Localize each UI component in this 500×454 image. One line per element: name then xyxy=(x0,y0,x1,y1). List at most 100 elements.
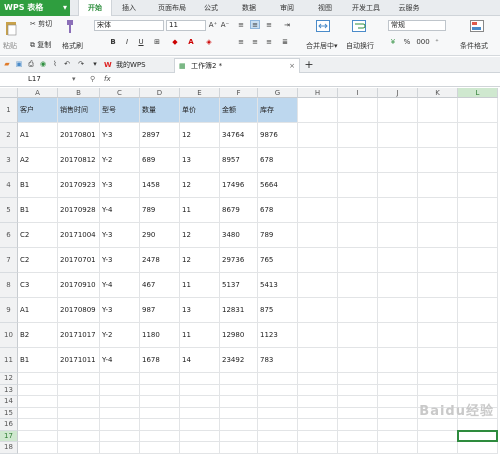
table-cell[interactable] xyxy=(418,223,458,248)
table-cell[interactable] xyxy=(338,148,378,173)
percent-button[interactable]: % xyxy=(402,38,412,47)
fill-color-icon[interactable]: ◆ xyxy=(170,38,180,47)
table-cell[interactable] xyxy=(180,407,220,419)
table-cell[interactable]: 17496 xyxy=(220,173,258,198)
table-cell[interactable] xyxy=(338,198,378,223)
table-cell[interactable]: 20171004 xyxy=(58,223,100,248)
table-cell[interactable]: C2 xyxy=(18,223,58,248)
table-header-cell[interactable]: 客户 xyxy=(18,98,58,123)
chevron-down-icon[interactable]: ▾ xyxy=(72,75,76,83)
wrap-text-button[interactable] xyxy=(352,20,366,32)
table-cell[interactable] xyxy=(18,373,58,385)
table-cell[interactable]: Y-3 xyxy=(100,248,140,273)
table-cell[interactable] xyxy=(378,348,418,373)
table-cell[interactable] xyxy=(298,384,338,396)
table-cell[interactable]: 34764 xyxy=(220,123,258,148)
table-cell[interactable]: B1 xyxy=(18,348,58,373)
table-cell[interactable] xyxy=(258,430,298,442)
table-cell[interactable] xyxy=(180,373,220,385)
table-cell[interactable] xyxy=(338,173,378,198)
column-header[interactable]: K xyxy=(418,88,458,98)
table-cell[interactable] xyxy=(100,419,140,431)
table-cell[interactable]: B1 xyxy=(18,173,58,198)
table-cell[interactable] xyxy=(18,384,58,396)
table-cell[interactable] xyxy=(378,407,418,419)
table-cell[interactable] xyxy=(298,430,338,442)
table-cell[interactable] xyxy=(378,98,418,123)
table-cell[interactable]: 1123 xyxy=(258,323,298,348)
underline-button[interactable]: U xyxy=(136,38,146,47)
table-cell[interactable] xyxy=(298,348,338,373)
table-cell[interactable] xyxy=(458,123,498,148)
table-cell[interactable]: 23492 xyxy=(220,348,258,373)
table-cell[interactable] xyxy=(338,248,378,273)
column-header[interactable]: D xyxy=(140,88,180,98)
row-header[interactable]: 6 xyxy=(0,223,18,248)
row-header[interactable]: 15 xyxy=(0,407,18,419)
column-header[interactable]: A xyxy=(18,88,58,98)
table-cell[interactable]: 3480 xyxy=(220,223,258,248)
increase-decimal-icon[interactable]: ⁺ xyxy=(432,38,442,47)
table-cell[interactable] xyxy=(458,373,498,385)
table-cell[interactable] xyxy=(418,442,458,454)
table-cell[interactable]: B2 xyxy=(18,323,58,348)
table-cell[interactable] xyxy=(140,419,180,431)
new-tab-icon[interactable]: + xyxy=(304,59,314,70)
table-cell[interactable] xyxy=(378,248,418,273)
table-cell[interactable] xyxy=(458,98,498,123)
table-cell[interactable] xyxy=(298,407,338,419)
table-cell[interactable]: A1 xyxy=(18,123,58,148)
table-cell[interactable]: B1 xyxy=(18,198,58,223)
table-cell[interactable] xyxy=(378,298,418,323)
table-cell[interactable]: 12 xyxy=(180,223,220,248)
table-cell[interactable] xyxy=(140,373,180,385)
row-header[interactable]: 11 xyxy=(0,348,18,373)
tab-formula[interactable]: 公式 xyxy=(198,0,224,16)
justify-icon[interactable]: ≣ xyxy=(280,38,290,47)
indent-icon[interactable]: ⇥ xyxy=(282,21,292,30)
table-cell[interactable] xyxy=(180,419,220,431)
table-cell[interactable] xyxy=(298,373,338,385)
table-cell[interactable] xyxy=(180,442,220,454)
table-cell[interactable] xyxy=(418,123,458,148)
table-cell[interactable] xyxy=(298,248,338,273)
table-cell[interactable]: 12 xyxy=(180,248,220,273)
table-cell[interactable]: 20170928 xyxy=(58,198,100,223)
table-cell[interactable] xyxy=(18,430,58,442)
table-cell[interactable]: Y-4 xyxy=(100,348,140,373)
column-header[interactable]: B xyxy=(58,88,100,98)
align-middle-icon[interactable]: ≡ xyxy=(250,20,260,29)
table-header-cell[interactable]: 库存 xyxy=(258,98,298,123)
tab-my-wps[interactable]: W 我的WPS xyxy=(100,58,172,73)
table-cell[interactable] xyxy=(100,442,140,454)
copy-button[interactable]: ⧉ 复制 xyxy=(30,40,51,50)
table-cell[interactable]: 875 xyxy=(258,298,298,323)
select-all-corner[interactable] xyxy=(0,88,18,98)
table-cell[interactable] xyxy=(418,248,458,273)
table-cell[interactable] xyxy=(458,223,498,248)
font-size-select[interactable]: 11 xyxy=(166,20,206,31)
table-cell[interactable] xyxy=(378,223,418,248)
table-cell[interactable] xyxy=(100,396,140,408)
row-header[interactable]: 3 xyxy=(0,148,18,173)
row-header[interactable]: 13 xyxy=(0,384,18,396)
table-cell[interactable] xyxy=(378,123,418,148)
bold-button[interactable]: B xyxy=(108,38,118,47)
align-center-icon[interactable]: ≡ xyxy=(250,38,260,47)
table-cell[interactable] xyxy=(220,442,258,454)
table-cell[interactable]: 29736 xyxy=(220,248,258,273)
table-cell[interactable]: 1678 xyxy=(140,348,180,373)
font-color-icon[interactable]: A xyxy=(186,38,196,47)
table-cell[interactable] xyxy=(58,442,100,454)
table-cell[interactable] xyxy=(458,348,498,373)
table-header-cell[interactable]: 单价 xyxy=(180,98,220,123)
table-cell[interactable] xyxy=(338,407,378,419)
table-cell[interactable] xyxy=(378,396,418,408)
table-cell[interactable] xyxy=(298,273,338,298)
table-cell[interactable] xyxy=(58,430,100,442)
table-cell[interactable] xyxy=(220,407,258,419)
table-cell[interactable]: 5664 xyxy=(258,173,298,198)
table-cell[interactable] xyxy=(338,348,378,373)
table-cell[interactable]: 678 xyxy=(258,148,298,173)
row-header[interactable]: 17 xyxy=(0,430,18,442)
